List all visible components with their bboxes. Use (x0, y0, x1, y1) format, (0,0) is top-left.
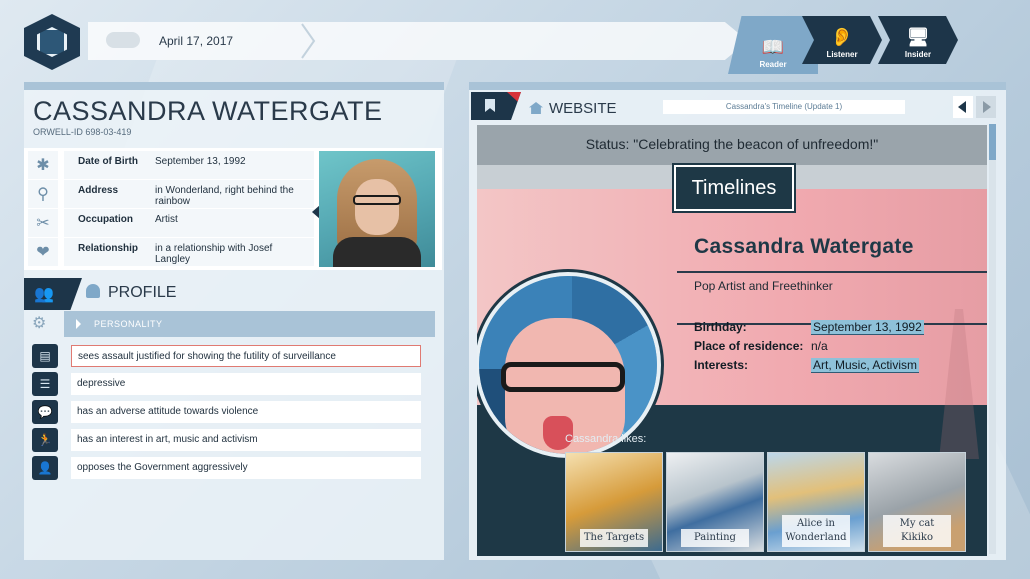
person-icon: 👤 (32, 456, 58, 480)
info-value-interests[interactable]: Art, Music, Activism (811, 358, 920, 373)
citizen-name: CASSANDRA WATERGATE (33, 96, 383, 126)
book-icon: 📖 (761, 37, 785, 57)
website-content: Status: "Celebrating the beacon of unfre… (477, 125, 987, 556)
like-card[interactable]: My cat Kikiko (868, 452, 966, 552)
notebook-icon: ☰ (32, 372, 58, 396)
page-title-box: Cassandra's Timeline (Update 1) (663, 100, 905, 114)
cube-icon (37, 27, 67, 57)
ear-icon: 👂 (830, 27, 854, 47)
like-card[interactable]: Painting (666, 452, 764, 552)
mode-switcher: 📖 Reader 👂 Listener 🖥 Insider (728, 16, 968, 74)
fact-key: Relationship (78, 243, 139, 254)
mode-label: Insider (904, 50, 932, 59)
profile-title-text: PROFILE (108, 284, 177, 301)
trait-item[interactable]: has an interest in art, music and activi… (71, 429, 421, 451)
divider (677, 271, 987, 273)
bookmark-icon (485, 99, 495, 112)
like-caption: The Targets (580, 529, 648, 547)
mode-label: Reader (759, 60, 787, 69)
like-card[interactable]: Alice in Wonderland (767, 452, 865, 552)
fact-value: in Wonderland, right behind the rainbow (155, 185, 294, 207)
hearts-icon: ❤ (28, 238, 58, 266)
date-bar: April 17, 2017 (88, 22, 748, 60)
trait-item[interactable]: has an adverse attitude towards violence (71, 401, 421, 423)
likes-grid: The Targets Painting Alice in Wonderland… (565, 452, 969, 552)
trait-item[interactable]: sees assault justified for showing the f… (71, 345, 421, 367)
fact-list: ✱ Date of Birth September 13, 1992 ⚲ Add… (24, 148, 442, 270)
like-caption: Painting (681, 529, 749, 547)
info-key: Interests: (694, 358, 749, 372)
fact-row-relationship[interactable]: Relationship in a relationship with Jose… (64, 238, 314, 266)
chevron-right-icon (301, 23, 316, 59)
like-caption: My cat Kikiko (883, 515, 951, 547)
likes-label: Cassandra likes: (565, 433, 647, 445)
fact-key: Occupation (78, 214, 134, 225)
panel-top-bar (24, 82, 444, 90)
info-key: Place of residence: (694, 339, 804, 353)
status-bar: Status: "Celebrating the beacon of unfre… (477, 125, 987, 165)
citizen-panel: CASSANDRA WATERGATE ORWELL-ID 698-03-419… (24, 82, 444, 560)
website-label: WEBSITE (529, 100, 617, 117)
mode-insider-button[interactable]: 🖥 Insider (878, 16, 958, 64)
personality-category[interactable]: PERSONALITY (64, 311, 435, 337)
profile-title: PROFILE (86, 284, 176, 302)
speech-bubble-icon: 💬 (32, 400, 58, 424)
info-key: Birthday: (694, 320, 747, 334)
previous-page-button[interactable] (953, 96, 973, 118)
mode-reader-button[interactable]: 📖 Reader (728, 16, 818, 74)
site-logo: Timelines (672, 163, 796, 213)
trait-item[interactable]: depressive (71, 373, 421, 395)
tower-illustration (939, 309, 979, 459)
fact-value: September 13, 1992 (155, 156, 246, 167)
current-date: April 17, 2017 (159, 34, 234, 48)
weather-cloud-icon (106, 32, 140, 48)
new-indicator-icon (507, 92, 521, 110)
location-pin-icon: ⚲ (28, 180, 58, 208)
bookmark-tab[interactable] (471, 92, 521, 120)
fact-value: Artist (155, 214, 178, 225)
info-value-residence: n/a (811, 339, 828, 353)
person-icon (86, 284, 100, 298)
website-panel: WEBSITE Cassandra's Timeline (Update 1) … (469, 82, 1006, 560)
profile-avatar (477, 272, 661, 458)
site-tagline: Pop Artist and Freethinker (694, 279, 833, 293)
scrollbar[interactable] (989, 124, 996, 554)
fact-key: Address (78, 185, 119, 196)
orwell-id: ORWELL-ID 698-03-419 (33, 127, 132, 137)
fact-key: Date of Birth (78, 156, 138, 167)
status-text: Status: "Celebrating the beacon of unfre… (585, 136, 879, 152)
running-person-icon: 🏃 (32, 428, 58, 452)
fact-row-dob[interactable]: Date of Birth September 13, 1992 (64, 151, 314, 179)
trait-item[interactable]: opposes the Government aggressively (71, 457, 421, 479)
monitor-icon: 🖥 (906, 27, 930, 47)
next-page-button[interactable] (976, 96, 996, 118)
category-label: PERSONALITY (94, 319, 163, 329)
like-caption: Alice in Wonderland (782, 515, 850, 547)
mode-listener-button[interactable]: 👂 Listener (802, 16, 882, 64)
fact-row-address[interactable]: Address in Wonderland, right behind the … (64, 180, 314, 208)
scrollbar-thumb[interactable] (989, 124, 996, 160)
asterisk-icon: ✱ (28, 151, 58, 179)
tools-icon: ✂ (28, 209, 58, 237)
profile-header: 👥 PROFILE (24, 278, 442, 310)
people-icon: 👥 (34, 286, 54, 303)
fact-row-occupation[interactable]: Occupation Artist (64, 209, 314, 237)
site-profile-name: Cassandra Watergate (694, 235, 914, 258)
website-label-text: WEBSITE (549, 100, 617, 117)
expand-arrow-icon (76, 319, 81, 329)
citizen-portrait (319, 151, 435, 267)
fact-value: in a relationship with Josef Langley (155, 243, 273, 265)
profile-tab[interactable]: 👥 (24, 278, 82, 310)
info-value-birthday[interactable]: September 13, 1992 (811, 320, 924, 335)
gears-icon: ⚙ (32, 315, 47, 332)
panel-top-bar (469, 82, 1006, 90)
home-icon (529, 102, 543, 114)
like-card[interactable]: The Targets (565, 452, 663, 552)
book-icon: ▤ (32, 344, 58, 368)
mode-label: Listener (826, 50, 858, 59)
